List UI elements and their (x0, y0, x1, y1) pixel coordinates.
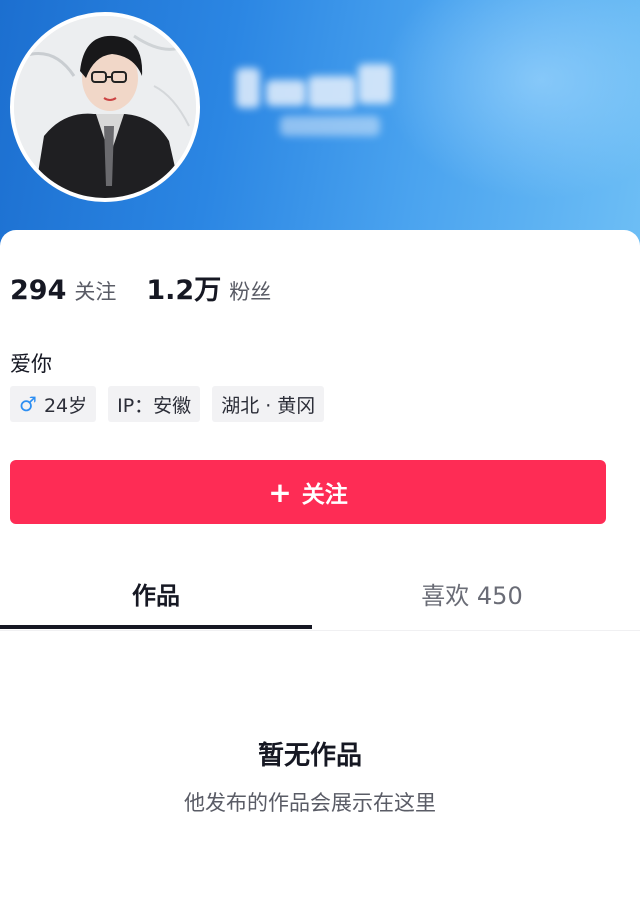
age-text: 24岁 (43, 394, 88, 417)
tab-likes[interactable]: 喜欢 450 (316, 560, 628, 626)
following-count[interactable]: 294 (10, 275, 66, 306)
active-tab-indicator (0, 625, 312, 629)
profile-stats: 294 关注 1.2万 粉丝 (10, 268, 301, 307)
empty-state-subtitle: 他发布的作品会展示在这里 (184, 791, 436, 815)
tab-works[interactable]: 作品 (0, 560, 312, 626)
profile-tags: ♂ 24岁 IP：安徽 湖北 · 黄冈 (10, 386, 325, 422)
avatar-image (14, 16, 196, 198)
profile-bio: 爱你 (10, 352, 52, 376)
followers-count[interactable]: 1.2万 (146, 268, 221, 307)
location-text: 湖北 · 黄冈 (221, 394, 316, 417)
plus-icon: + (268, 475, 292, 509)
profile-card: 294 关注 1.2万 粉丝 爱你 ♂ 24岁 IP：安徽 湖北 · 黄冈 + … (0, 230, 640, 905)
tabs-divider (0, 630, 640, 631)
username-blurred (236, 60, 426, 150)
profile-header-banner (0, 0, 640, 250)
avatar[interactable] (10, 12, 200, 202)
empty-state-title: 暂无作品 (257, 741, 362, 771)
ip-tag: IP：安徽 (108, 386, 201, 422)
follow-button-label: 关注 (301, 482, 348, 508)
ip-text: IP：安徽 (117, 394, 192, 417)
location-tag: 湖北 · 黄冈 (212, 386, 325, 422)
age-tag: ♂ 24岁 (10, 386, 97, 422)
following-label[interactable]: 关注 (74, 276, 116, 306)
male-icon: ♂ (19, 392, 37, 416)
follow-button[interactable]: + 关注 (10, 460, 606, 524)
followers-label[interactable]: 粉丝 (229, 276, 271, 306)
profile-tabs: 作品 喜欢 450 (0, 560, 640, 631)
